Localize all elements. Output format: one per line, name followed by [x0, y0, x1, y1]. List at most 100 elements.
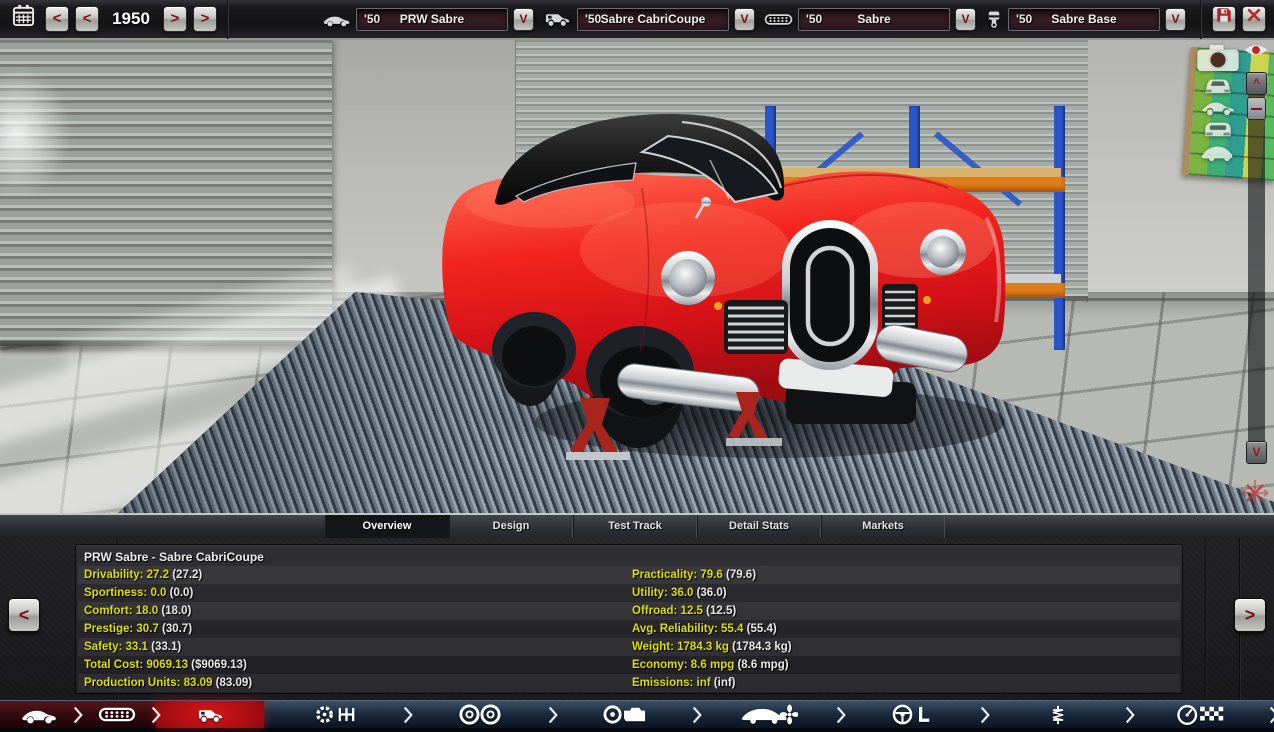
- car-3d-model[interactable]: [430, 100, 1010, 465]
- toolbar-item-aero[interactable]: [697, 701, 846, 728]
- calendar-icon: [12, 4, 35, 31]
- toolbar-item-engine[interactable]: [553, 701, 702, 728]
- year-next-button-2[interactable]: >: [193, 6, 217, 32]
- selector-dropdown-button-2[interactable]: V: [734, 7, 755, 31]
- race-icon: [1177, 703, 1227, 727]
- selector-field-4[interactable]: '50 Sabre Base: [1008, 7, 1160, 31]
- stat-row: Sportiness: 0.0 (0.0): [84, 584, 618, 602]
- car-front-view-icon[interactable]: [1196, 75, 1240, 95]
- light-reflection: [0, 68, 72, 198]
- stat-paren-value: (83.09): [215, 677, 253, 689]
- panel-seam: [1205, 538, 1207, 700]
- selector-field-1[interactable]: '50 PRW Sabre: [356, 7, 508, 31]
- stat-row: Avg. Reliability: 55.4 (55.4): [632, 620, 1176, 638]
- stat-label-value: Avg. Reliability: 55.4: [632, 623, 747, 635]
- aero-icon: [740, 703, 798, 726]
- stat-paren-value: (12.5): [706, 605, 737, 617]
- tab-design[interactable]: Design: [449, 515, 573, 538]
- garage-3d-viewport[interactable]: ^ V: [0, 40, 1274, 513]
- chevron-separator-icon: [151, 705, 161, 724]
- tab-overview[interactable]: Overview: [325, 515, 449, 538]
- stat-paren-value: (18.0): [161, 605, 192, 617]
- year-next-button-1[interactable]: >: [163, 6, 187, 32]
- chevron-separator-icon: [548, 705, 558, 724]
- stat-label-value: Weight: 1784.3 kg: [632, 641, 733, 653]
- stat-label-value: Offroad: 12.5: [632, 605, 707, 617]
- viewport-scrollbar: ^ V: [1246, 72, 1267, 464]
- stats-column-right: Practicality: 79.6 (79.6) Utility: 36.0 (…: [632, 566, 1176, 692]
- toolbar-item-wheels[interactable]: [408, 701, 558, 728]
- year-prev-button-1[interactable]: <: [45, 6, 69, 32]
- car-rear-view-icon[interactable]: [1196, 119, 1240, 139]
- vehicle-title: PRW Sabre - Sabre CabriCoupe: [84, 550, 264, 564]
- toolbar-item-race[interactable]: [1130, 701, 1274, 728]
- car-body-icon: [20, 705, 58, 724]
- close-icon: [1246, 7, 1262, 31]
- selection-name: Sabre Base: [1051, 11, 1117, 26]
- topbar-divider-2: [1200, 0, 1202, 39]
- year-nav-next-group: > >: [163, 6, 217, 32]
- stat-label-value: Drivability: 27.2: [84, 569, 173, 581]
- photo-camera-icon[interactable]: [1196, 42, 1240, 72]
- next-trim-button[interactable]: >: [1234, 598, 1266, 632]
- stat-paren-value: (8.6 mpg): [737, 659, 789, 671]
- car-trim-icon: [543, 11, 572, 27]
- stat-row: Total Cost: 9069.13 ($9069.13): [84, 656, 618, 674]
- toolbar-item-car-body[interactable]: [0, 701, 83, 728]
- car-side-view-icon[interactable]: [1196, 98, 1240, 116]
- chevron-separator-icon: [73, 705, 83, 724]
- calendar-button[interactable]: [8, 4, 39, 34]
- stats-panel: < > PRW Sabre - Sabre CabriCoupe Drivabi…: [0, 538, 1274, 700]
- move-gizmo-icon[interactable]: [1240, 478, 1270, 513]
- tab-test-track[interactable]: Test Track: [573, 515, 697, 538]
- selector-field-3[interactable]: '50 Sabre: [798, 7, 950, 31]
- tabs: Overview Design Test Track Detail Stats Mark…: [325, 515, 945, 538]
- chevron-separator-icon: [692, 705, 702, 724]
- toolbar-item-interior[interactable]: [841, 701, 991, 728]
- selector-field-2[interactable]: '50 Sabre CabriCoupe: [577, 7, 729, 31]
- stat-row: Offroad: 12.5 (12.5): [632, 602, 1176, 620]
- scrollbar-thumb[interactable]: [1247, 97, 1266, 120]
- year-prev-button-2[interactable]: <: [75, 6, 99, 32]
- selector-dropdown-button-4[interactable]: V: [1165, 7, 1186, 31]
- automation-game-window: < < 1950 > > '50 PRW Sabre V '50 Sabre CabriCo…: [0, 0, 1274, 732]
- tab-markets[interactable]: Markets: [821, 515, 945, 538]
- toolbar-item-gearbox[interactable]: [264, 701, 414, 728]
- selector-dropdown-button-3[interactable]: V: [955, 7, 976, 31]
- year-nav-prev-group: < <: [45, 6, 99, 32]
- stat-row: Weight: 1784.3 kg (1784.3 kg): [632, 638, 1176, 656]
- car-perspective-view-icon[interactable]: [1196, 142, 1240, 162]
- stat-row: Comfort: 18.0 (18.0): [84, 602, 618, 620]
- stat-paren-value: (0.0): [169, 587, 194, 599]
- stat-label-value: Utility: 36.0: [632, 587, 697, 599]
- chevron-separator-icon: [1269, 705, 1274, 724]
- toolbar-item-chassis[interactable]: [78, 701, 161, 728]
- selection-name: PRW Sabre: [399, 11, 465, 26]
- scrollbar-up-button[interactable]: ^: [1246, 72, 1267, 95]
- close-button[interactable]: [1242, 6, 1266, 32]
- stat-paren-value: (36.0): [696, 587, 727, 599]
- stat-paren-value: (79.6): [725, 569, 757, 581]
- toolbar-item-suspension[interactable]: [985, 701, 1135, 728]
- tab-detail-stats[interactable]: Detail Stats: [697, 515, 821, 538]
- stat-label-value: Economy: 8.6 mpg: [632, 659, 738, 671]
- stat-label-value: Production Units: 83.09: [84, 677, 216, 689]
- stat-row: Production Units: 83.09 (83.09): [84, 674, 618, 692]
- save-icon: [1215, 6, 1233, 32]
- engine-icon: [603, 703, 647, 726]
- prev-trim-button[interactable]: <: [8, 598, 40, 632]
- stat-row: Utility: 36.0 (36.0): [632, 584, 1176, 602]
- stat-paren-value: (1784.3 kg): [732, 641, 792, 653]
- selector-group-car-trim: '50 Sabre CabriCoupe V: [543, 7, 755, 31]
- stat-row: Prestige: 30.7 (30.7): [84, 620, 618, 638]
- visibility-eye-icon[interactable]: [1242, 43, 1270, 62]
- save-button[interactable]: [1212, 6, 1236, 32]
- stat-label-value: Emissions: inf: [632, 677, 714, 689]
- selector-dropdown-button-1[interactable]: V: [513, 7, 534, 31]
- scrollbar-down-button[interactable]: V: [1246, 441, 1267, 464]
- year-display: 1950: [112, 9, 150, 28]
- toolbar-item-car-trim[interactable]: [156, 701, 264, 728]
- scrollbar-track[interactable]: [1248, 94, 1265, 464]
- selection-name: Sabre: [857, 11, 891, 26]
- wheels-icon: [458, 703, 502, 726]
